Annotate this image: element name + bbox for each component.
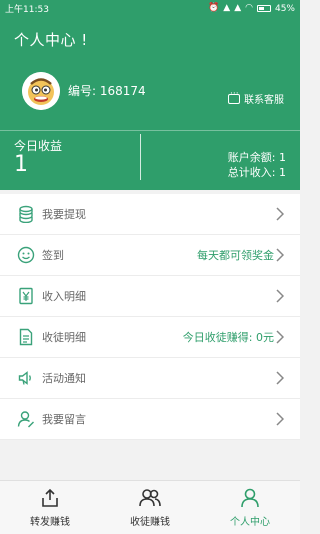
menu-item-notifications[interactable]: 活动通知 [0, 358, 300, 399]
menu-item-extra: 每天都可领奖金 [197, 249, 274, 262]
menu-item-checkin[interactable]: 签到 每天都可领奖金 [0, 235, 300, 276]
menu-item-leave-message[interactable]: 我要留言 [0, 399, 300, 440]
menu-item-label: 收徒明细 [42, 331, 86, 344]
tab-label: 个人中心 [230, 517, 270, 528]
earnings-divider [140, 134, 141, 180]
people-icon [139, 487, 161, 509]
contact-support-button[interactable]: 联系客服 [228, 89, 284, 106]
tab-share-earn[interactable]: 转发赚钱 [0, 481, 100, 534]
tab-label: 收徒赚钱 [130, 517, 170, 528]
menu-item-label: 签到 [42, 249, 64, 262]
header-divider [0, 130, 300, 131]
alarm-icon: ⏰ [208, 3, 220, 13]
signal-icon: ▲ [223, 3, 231, 13]
wifi-icon: ◠ [245, 3, 253, 13]
profile-header: 个人中心 ! 编号: 168174 联系客服 今日收益 1 账户余额: 1 总计… [0, 17, 300, 190]
chevron-right-icon [276, 371, 284, 385]
chat-icon [228, 89, 240, 104]
menu-list: 我要提现 签到 每天都可领奖金 收入明细 收徒明细 今日收徒赚得: 0元 活动通… [0, 194, 300, 440]
person-icon [239, 487, 261, 509]
document-icon [16, 327, 36, 347]
avatar[interactable] [22, 72, 60, 110]
account-balance: 账户余额: 1 [227, 151, 286, 164]
menu-item-withdraw[interactable]: 我要提现 [0, 194, 300, 235]
menu-item-label: 活动通知 [42, 372, 86, 385]
chevron-right-icon [276, 412, 284, 426]
chevron-right-icon [276, 289, 284, 303]
status-bar: 上午11:53 ⏰ ▲ ▲ ◠ 45% [0, 0, 300, 17]
contact-support-label: 联系客服 [244, 95, 284, 106]
speaker-icon [16, 368, 36, 388]
chevron-right-icon [276, 207, 284, 221]
avatar-image [22, 72, 60, 110]
smiley-icon [16, 245, 36, 265]
tab-recruit-earn[interactable]: 收徒赚钱 [100, 481, 200, 534]
status-icons: ⏰ ▲ ▲ ◠ 45% [208, 4, 295, 14]
status-time: 上午11:53 [5, 5, 49, 15]
battery-icon [256, 5, 271, 12]
share-icon [39, 487, 61, 509]
total-income: 总计收入: 1 [227, 166, 286, 179]
user-edit-icon [16, 409, 36, 429]
menu-item-label: 收入明细 [42, 290, 86, 303]
menu-item-apprentice-details[interactable]: 收徒明细 今日收徒赚得: 0元 [0, 317, 300, 358]
tab-label: 转发赚钱 [30, 517, 70, 528]
menu-item-extra: 今日收徒赚得: 0元 [182, 331, 274, 344]
menu-item-income-details[interactable]: 收入明细 [0, 276, 300, 317]
menu-item-label: 我要留言 [42, 413, 86, 426]
page-title: 个人中心 ! [14, 31, 88, 49]
user-id: 编号: 168174 [68, 84, 146, 98]
chevron-right-icon [276, 330, 284, 344]
signal-icon: ▲ [234, 3, 242, 13]
coins-icon [16, 204, 36, 224]
yen-card-icon [16, 286, 36, 306]
today-earnings-value: 1 [14, 152, 28, 177]
chevron-right-icon [276, 248, 284, 262]
battery-percent: 45% [274, 3, 295, 14]
menu-item-label: 我要提现 [42, 208, 86, 221]
bottom-tab-bar: 转发赚钱 收徒赚钱 个人中心 [0, 480, 300, 534]
tab-personal-center[interactable]: 个人中心 [200, 481, 300, 534]
